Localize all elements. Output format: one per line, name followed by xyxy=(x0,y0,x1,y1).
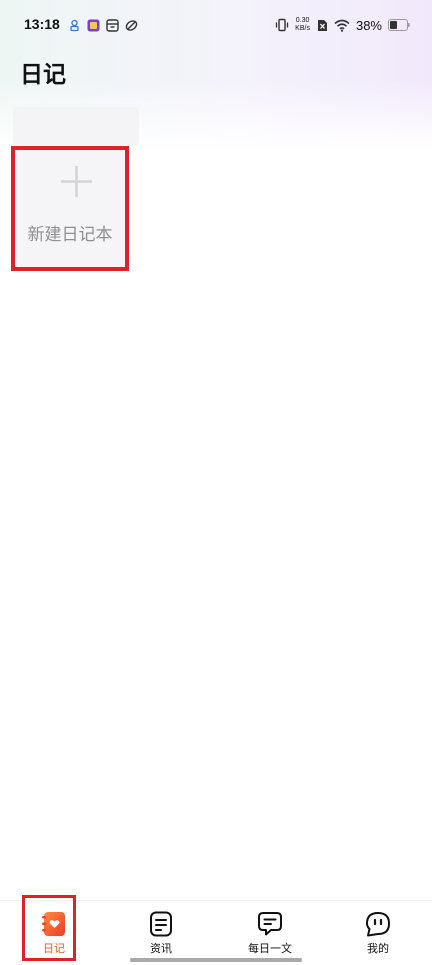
no-sim-icon xyxy=(317,19,327,31)
status-time: 13:18 xyxy=(24,16,60,32)
app-notification-icon xyxy=(70,19,79,31)
app-notification-icon xyxy=(125,19,138,31)
nav-item-mine[interactable]: 我的 xyxy=(348,911,408,959)
notification-icons xyxy=(68,17,138,33)
system-status: 0.30 KB/s 38% xyxy=(275,15,410,35)
wifi-icon xyxy=(334,19,350,32)
diary-icon xyxy=(42,912,65,936)
bottom-navigation: 日记 资讯 每日一文 我的 xyxy=(0,900,432,965)
nav-label-mine: 我的 xyxy=(367,942,389,955)
battery-icon xyxy=(388,19,410,31)
new-notebook-button[interactable]: 新建日记本 xyxy=(11,146,129,271)
network-speed: 0.30 KB/s xyxy=(295,17,310,33)
news-icon xyxy=(150,911,172,937)
status-bar: 13:18 0.30 KB/s 38% xyxy=(0,0,432,50)
nav-label-diary: 日记 xyxy=(43,942,65,955)
chat-icon xyxy=(258,912,282,936)
network-speed-unit: KB/s xyxy=(295,25,310,32)
page-title: 日记 xyxy=(20,62,66,88)
plus-icon xyxy=(61,166,92,197)
app-notification-icon xyxy=(106,18,119,32)
new-notebook-label: 新建日记本 xyxy=(27,225,113,245)
battery-percentage: 38% xyxy=(355,17,382,33)
nav-item-diary[interactable]: 日记 xyxy=(24,911,84,959)
network-speed-value: 0.30 xyxy=(295,17,310,24)
nav-label-daily-article: 每日一文 xyxy=(248,942,292,955)
profile-face-icon xyxy=(366,912,390,937)
nav-item-daily-article[interactable]: 每日一文 xyxy=(240,911,300,959)
nav-label-news: 资讯 xyxy=(150,942,172,955)
home-indicator[interactable] xyxy=(130,958,302,962)
app-notification-icon xyxy=(87,19,100,31)
notebook-shelf-strip xyxy=(13,107,139,145)
vibrate-icon xyxy=(276,18,289,32)
nav-item-news[interactable]: 资讯 xyxy=(131,911,191,959)
